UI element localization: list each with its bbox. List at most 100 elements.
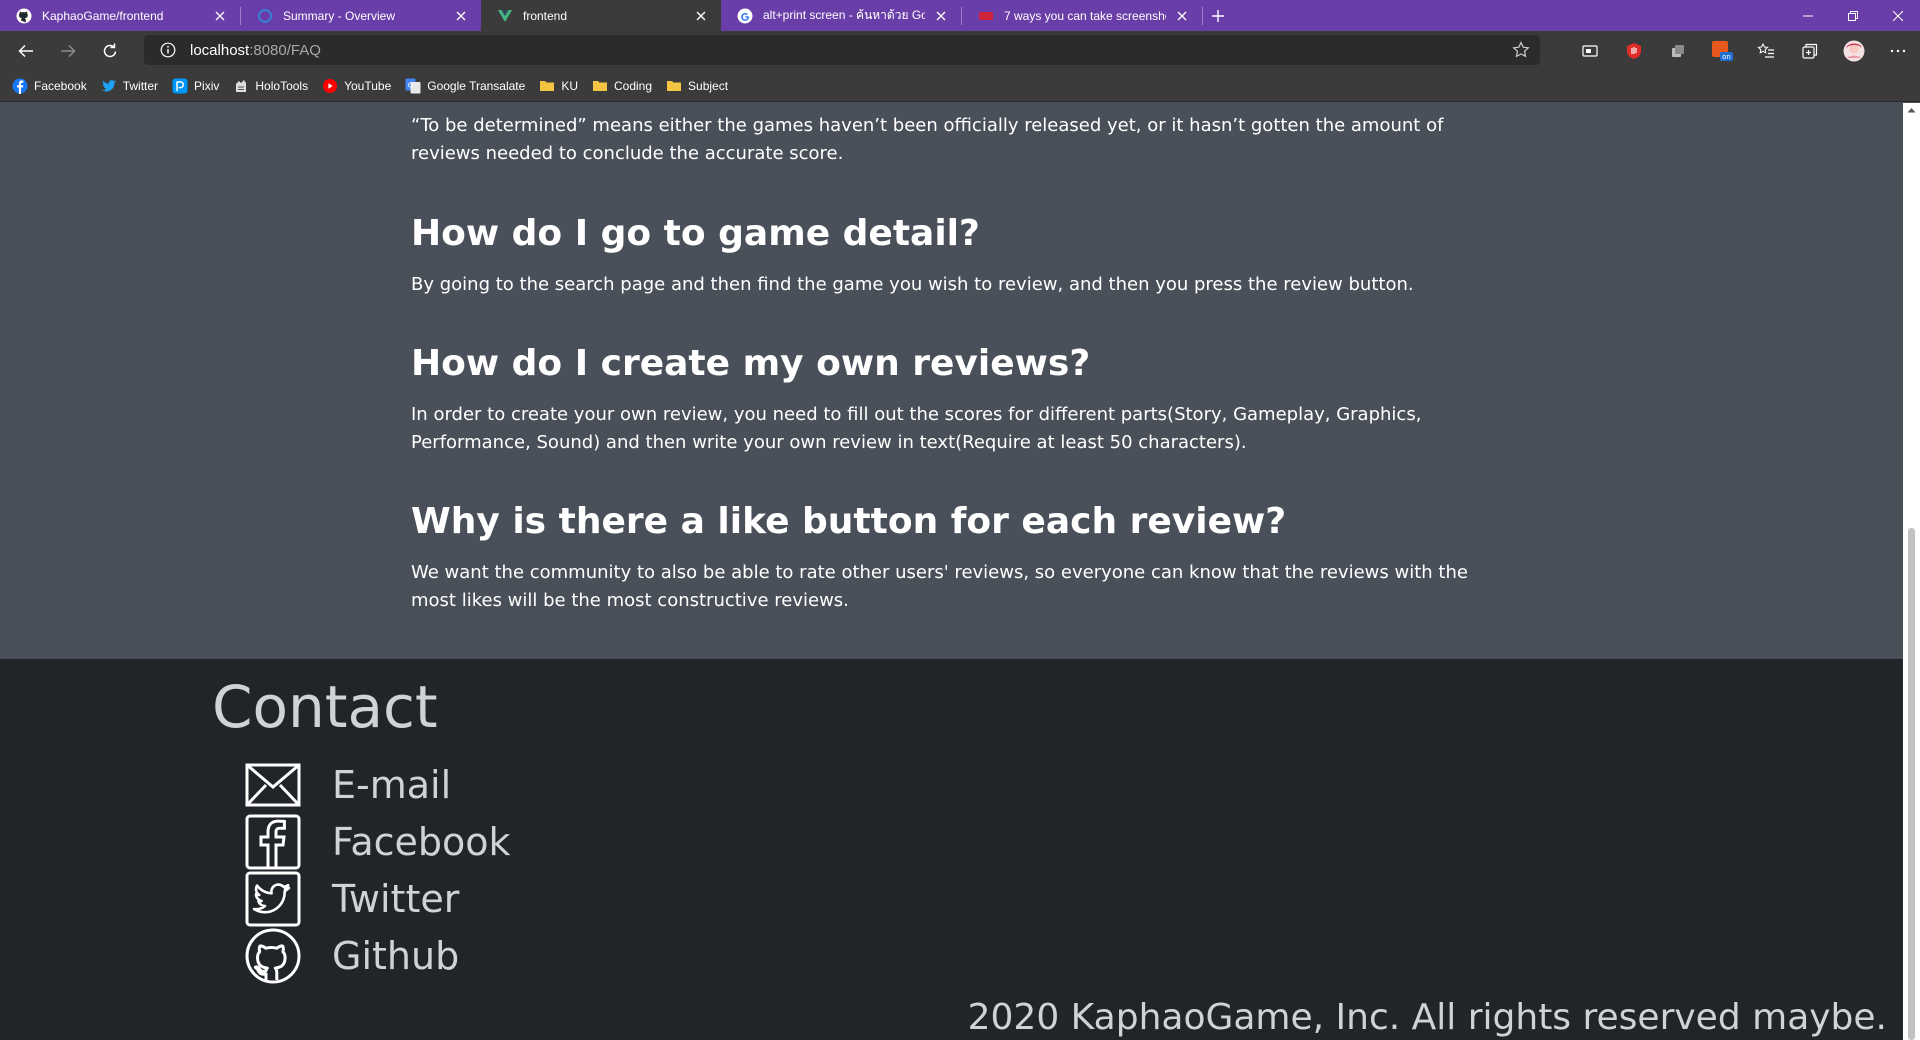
faq-question: How do I create my own reviews? bbox=[411, 343, 1091, 384]
contact-link-facebook[interactable]: Facebook bbox=[244, 814, 511, 870]
star-icon[interactable] bbox=[1512, 41, 1530, 59]
back-button[interactable] bbox=[8, 35, 44, 67]
contact-link-github[interactable]: Github bbox=[244, 928, 459, 984]
close-icon[interactable] bbox=[691, 6, 711, 26]
holotools-icon bbox=[233, 78, 249, 94]
bookmark-label: YouTube bbox=[344, 78, 392, 93]
address-bar[interactable]: localhost:8080/FAQ bbox=[144, 35, 1540, 65]
faq-question: Why is there a like button for each revi… bbox=[411, 501, 1287, 542]
bookmark-holotools[interactable]: HoloTools bbox=[233, 74, 308, 98]
contact-label: Github bbox=[332, 934, 460, 978]
contact-footer: Contact E-mail Facebook Twitter Github 2… bbox=[0, 659, 1903, 1040]
envelope-icon bbox=[244, 757, 302, 813]
forward-button[interactable] bbox=[50, 35, 86, 67]
faq-section: “To be determined” means either the game… bbox=[0, 103, 1903, 659]
url-host: localhost bbox=[190, 41, 250, 59]
faq-question: How do I go to game detail? bbox=[411, 213, 980, 254]
twitter-icon bbox=[101, 78, 117, 94]
copyright-text: 2020 KaphaoGame, Inc. All rights reserve… bbox=[967, 997, 1887, 1038]
tab-kaphaogame-frontend[interactable]: KaphaoGame/frontend bbox=[0, 0, 240, 31]
browser-tab-strip: KaphaoGame/frontend Summary - Overview f… bbox=[0, 0, 1920, 31]
bookmark-label: HoloTools bbox=[255, 78, 309, 93]
bookmark-folder-ku[interactable]: KU bbox=[539, 74, 578, 98]
folder-icon bbox=[592, 78, 608, 94]
avatar[interactable] bbox=[1832, 31, 1876, 70]
info-icon[interactable] bbox=[154, 42, 182, 58]
adblock-icon[interactable] bbox=[1612, 31, 1656, 70]
youtube-icon bbox=[322, 78, 338, 94]
azure-devops-icon bbox=[257, 8, 273, 24]
minimize-button[interactable] bbox=[1785, 0, 1830, 31]
new-tab-button[interactable] bbox=[1203, 0, 1233, 31]
bookmark-label: Twitter bbox=[122, 78, 159, 93]
cast-icon[interactable] bbox=[1568, 31, 1612, 70]
browser-toolbar: localhost:8080/FAQ on bbox=[0, 31, 1920, 70]
bookmark-youtube[interactable]: YouTube bbox=[322, 74, 391, 98]
bookmark-label: Facebook bbox=[34, 78, 87, 93]
pixiv-icon bbox=[172, 78, 188, 94]
close-icon[interactable] bbox=[1172, 6, 1192, 26]
restore-button[interactable] bbox=[1830, 0, 1875, 31]
close-icon[interactable] bbox=[451, 6, 471, 26]
contact-label: Facebook bbox=[332, 820, 511, 864]
github-icon bbox=[16, 8, 32, 24]
refresh-icon bbox=[103, 43, 117, 57]
more-menu-icon[interactable] bbox=[1876, 31, 1920, 70]
favorites-icon[interactable] bbox=[1744, 31, 1788, 70]
toolbar-extensions: on bbox=[1568, 31, 1920, 70]
url-path: :8080/FAQ bbox=[249, 41, 321, 59]
bookmark-label: Subject bbox=[688, 78, 729, 93]
vue-icon bbox=[497, 8, 513, 24]
site-icon bbox=[978, 8, 994, 24]
bookmark-google-translate[interactable]: G Google Transalate bbox=[405, 74, 525, 98]
bookmark-twitter[interactable]: Twitter bbox=[101, 74, 158, 98]
facebook-icon bbox=[244, 814, 302, 870]
contact-label: E-mail bbox=[332, 763, 452, 807]
extension-on-icon[interactable]: on bbox=[1700, 31, 1744, 70]
contact-link-twitter[interactable]: Twitter bbox=[244, 871, 459, 927]
scroll-thumb[interactable] bbox=[1908, 528, 1915, 1040]
arrow-left-icon bbox=[18, 44, 33, 57]
close-icon[interactable] bbox=[931, 6, 951, 26]
facebook-icon bbox=[12, 78, 28, 94]
bookmark-label: KU bbox=[561, 78, 578, 93]
tab-title: 7 ways you can take screenshots bbox=[1004, 8, 1166, 23]
bookmark-pixiv[interactable]: Pixiv bbox=[172, 74, 219, 98]
folder-icon bbox=[539, 78, 555, 94]
faq-intro-text: “To be determined” means either the game… bbox=[411, 115, 1444, 164]
reload-button[interactable] bbox=[92, 35, 128, 67]
bookmark-label: Google Transalate bbox=[427, 78, 526, 93]
collections-extension-icon[interactable] bbox=[1656, 31, 1700, 70]
window-controls bbox=[1785, 0, 1920, 31]
url-text: localhost:8080/FAQ bbox=[190, 42, 321, 59]
arrow-right-icon bbox=[61, 44, 76, 57]
faq-answer: In order to create your own review, you … bbox=[411, 404, 1422, 453]
bookmark-folder-coding[interactable]: Coding bbox=[592, 74, 652, 98]
collections-icon[interactable] bbox=[1788, 31, 1832, 70]
tab-title: Summary - Overview bbox=[283, 8, 396, 23]
page-scrollbar[interactable] bbox=[1903, 103, 1920, 1040]
scroll-up-arrow-icon[interactable] bbox=[1906, 105, 1917, 115]
contact-title: Contact bbox=[212, 673, 438, 741]
contact-link-email[interactable]: E-mail bbox=[244, 757, 451, 813]
tab-summary-overview[interactable]: Summary - Overview bbox=[241, 0, 481, 31]
folder-icon bbox=[666, 78, 682, 94]
google-translate-icon: G bbox=[405, 78, 421, 94]
bookmark-label: Pixiv bbox=[194, 78, 220, 93]
google-icon bbox=[737, 8, 753, 24]
tab-title: alt+print screen - ค้นหาด้วย Google bbox=[763, 8, 925, 22]
page-viewport: “To be determined” means either the game… bbox=[0, 103, 1903, 1040]
contact-label: Twitter bbox=[332, 877, 460, 921]
faq-answer: By going to the search page and then fin… bbox=[411, 274, 1414, 295]
bookmark-label: Coding bbox=[613, 78, 653, 93]
svg-text:on: on bbox=[1722, 53, 1731, 61]
bookmark-facebook[interactable]: Facebook bbox=[12, 74, 87, 98]
tab-google-search[interactable]: alt+print screen - ค้นหาด้วย Google bbox=[721, 0, 961, 31]
tab-frontend[interactable]: frontend bbox=[481, 0, 721, 31]
svg-text:G: G bbox=[408, 81, 413, 89]
twitter-icon bbox=[244, 871, 302, 927]
bookmark-folder-subject[interactable]: Subject bbox=[666, 74, 728, 98]
close-window-button[interactable] bbox=[1875, 0, 1920, 31]
tab-7-ways-screenshots[interactable]: 7 ways you can take screenshots bbox=[962, 0, 1202, 31]
close-icon[interactable] bbox=[210, 6, 230, 26]
